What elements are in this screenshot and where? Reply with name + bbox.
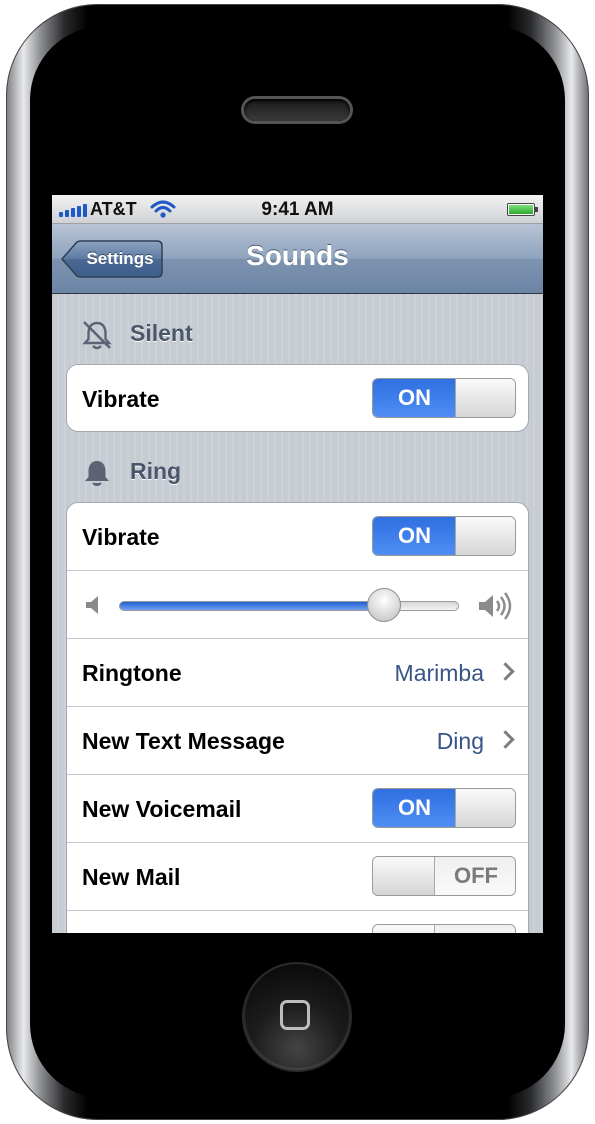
- speaker-low-icon: [86, 596, 98, 614]
- silent-vibrate-row: Vibrate ON: [67, 365, 528, 431]
- new-voicemail-label: New Voicemail: [82, 796, 242, 822]
- ringtone-row[interactable]: Ringtone Marimba: [67, 639, 528, 707]
- ring-section-title: Ring: [130, 458, 182, 484]
- volume-slider-thumb[interactable]: [367, 588, 402, 622]
- silent-vibrate-switch[interactable]: ON: [372, 378, 516, 418]
- silent-group: Vibrate ON: [66, 364, 529, 432]
- switch-thumb: [373, 925, 435, 933]
- ring-vibrate-row: Vibrate ON: [67, 503, 528, 571]
- bell-slash-icon: [82, 321, 112, 350]
- volume-slider-fill: [120, 602, 384, 610]
- navigation-bar: Settings Sounds: [52, 224, 543, 294]
- home-button[interactable]: [244, 964, 350, 1070]
- ringtone-label: Ringtone: [82, 660, 182, 686]
- new-voicemail-switch[interactable]: ON: [372, 788, 516, 828]
- page-title: Sounds: [246, 240, 349, 271]
- ring-vibrate-switch[interactable]: ON: [372, 516, 516, 556]
- chevron-right-icon: [496, 662, 515, 681]
- switch-thumb: [455, 517, 515, 555]
- silent-vibrate-label: Vibrate: [82, 386, 160, 412]
- switch-on-label: ON: [373, 517, 456, 555]
- speaker-high-icon: [479, 592, 512, 620]
- new-mail-label: New Mail: [82, 864, 181, 890]
- switch-thumb: [373, 857, 435, 895]
- partial-switch[interactable]: [372, 924, 516, 933]
- silent-section-title: Silent: [130, 320, 193, 346]
- new-text-message-row[interactable]: New Text Message Ding: [67, 707, 528, 775]
- earpiece-speaker: [244, 99, 350, 121]
- volume-row: [67, 571, 528, 639]
- switch-on-label: ON: [373, 379, 456, 417]
- ring-group: Vibrate ON Ringtone Marimba New Text Mes…: [66, 502, 529, 933]
- switch-off-area: [435, 925, 515, 933]
- bell-icon: [85, 461, 109, 486]
- battery-icon: [507, 203, 538, 216]
- home-square-icon: [280, 1000, 310, 1030]
- switch-on-label: ON: [373, 789, 456, 827]
- new-text-message-label: New Text Message: [82, 728, 285, 754]
- switch-off-label: OFF: [435, 857, 515, 895]
- status-bar: AT&T 9:41 AM: [52, 195, 543, 224]
- status-time: 9:41 AM: [261, 199, 334, 220]
- new-mail-row: New Mail OFF: [67, 843, 528, 911]
- new-mail-switch[interactable]: OFF: [372, 856, 516, 896]
- switch-thumb: [455, 789, 515, 827]
- next-row-partial: [67, 911, 528, 933]
- new-text-message-value: Ding: [436, 728, 484, 754]
- ring-vibrate-label: Vibrate: [82, 524, 160, 550]
- screen: AT&T 9:41 AM Settings Sounds Silent Vibr…: [52, 195, 543, 933]
- ringtone-value: Marimba: [394, 660, 484, 686]
- volume-slider-track[interactable]: [119, 601, 459, 611]
- switch-thumb: [455, 379, 515, 417]
- new-voicemail-row: New Voicemail ON: [67, 775, 528, 843]
- chevron-right-icon: [496, 730, 515, 749]
